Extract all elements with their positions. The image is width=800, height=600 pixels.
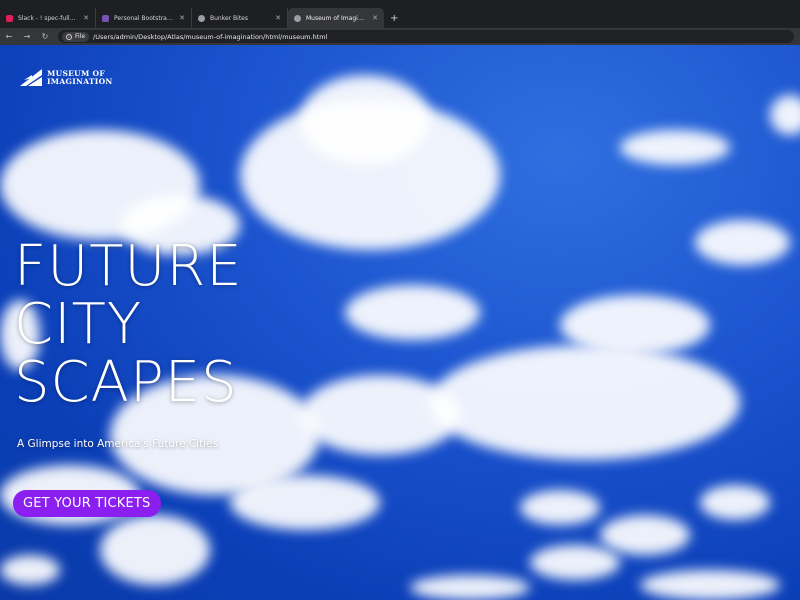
tab-label: Slack - ! spec-full_stack - A (18, 14, 79, 22)
globe-favicon-icon (198, 14, 205, 22)
site-info-chip[interactable]: i File (62, 31, 90, 42)
url-text[interactable]: /Users/admin/Desktop/Atlas/museum-of-ima… (93, 33, 327, 41)
logo-wordmark: MUSEUM OF IMAGINATION (47, 70, 113, 86)
hero-title-line-1: FUTURE (14, 234, 243, 299)
hero-title-line-3: SCAPES (14, 350, 238, 415)
page-viewport: MUSEUM OF IMAGINATION FUTURE CITY SCAPES… (0, 45, 800, 600)
globe-favicon-icon (294, 14, 301, 22)
hero-subtitle: A Glimpse into America's Future Cities (17, 438, 219, 450)
tab-label: Museum of Imagination (306, 14, 368, 22)
browser-toolbar: ← → ↻ i File /Users/admin/Desktop/Atlas/… (0, 28, 800, 45)
new-tab-button[interactable]: + (384, 8, 404, 28)
close-icon[interactable]: ✕ (179, 14, 185, 22)
close-icon[interactable]: ✕ (372, 14, 378, 22)
get-tickets-button[interactable]: GET YOUR TICKETS (13, 490, 161, 517)
logo-line-2: IMAGINATION (47, 77, 113, 86)
close-icon[interactable]: ✕ (83, 14, 89, 22)
tab-bootstrap-template[interactable]: Personal Bootstrap Template ✕ (96, 8, 192, 28)
close-icon[interactable]: ✕ (275, 14, 281, 22)
back-arrow-icon[interactable]: ← (4, 32, 14, 41)
forward-arrow-icon[interactable]: → (22, 32, 32, 41)
site-info-label: File (75, 33, 86, 40)
slack-favicon-icon (6, 14, 13, 22)
hero-title: FUTURE CITY SCAPES (14, 238, 243, 412)
bootstrap-favicon-icon (102, 14, 109, 22)
museum-logo-icon (20, 69, 42, 86)
info-icon: i (66, 33, 72, 40)
tab-museum-of-imagination[interactable]: Museum of Imagination ✕ (288, 8, 384, 28)
tab-label: Bunker Bites (210, 14, 249, 22)
tab-label: Personal Bootstrap Template (114, 14, 174, 22)
tab-slack[interactable]: Slack - ! spec-full_stack - A ✕ (0, 8, 96, 28)
browser-tab-strip: Slack - ! spec-full_stack - A ✕ Personal… (0, 0, 800, 28)
reload-icon[interactable]: ↻ (40, 32, 50, 41)
address-bar[interactable]: i File /Users/admin/Desktop/Atlas/museum… (58, 30, 794, 43)
museum-logo[interactable]: MUSEUM OF IMAGINATION (20, 69, 113, 87)
tab-bunker-bites[interactable]: Bunker Bites ✕ (192, 8, 288, 28)
hero-title-line-2: CITY (14, 292, 143, 357)
